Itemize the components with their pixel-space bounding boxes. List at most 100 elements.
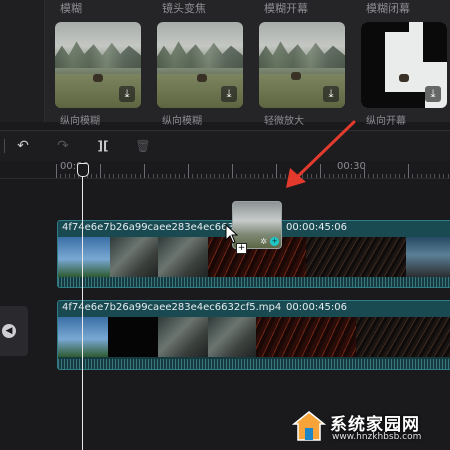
ruler-tick: [148, 174, 150, 178]
ruler-tick: [144, 164, 145, 178]
ruler-tick: [254, 174, 255, 178]
ruler-tick: [447, 174, 449, 178]
toolbar-divider: [4, 139, 5, 153]
ruler-tick: [122, 174, 123, 178]
redo-icon[interactable]: ↷: [54, 137, 72, 155]
download-icon[interactable]: ⤓: [323, 86, 339, 102]
ruler-tick: [227, 174, 229, 178]
ruler-tick: [245, 174, 247, 178]
playhead-handle[interactable]: [77, 163, 89, 177]
timeline-toolbar: ↶ ↷ ][ 🗑: [0, 130, 450, 161]
ruler-tick: [267, 174, 269, 178]
download-icon[interactable]: ⤓: [119, 86, 135, 102]
effect-thumb-4[interactable]: ⤓: [361, 22, 447, 108]
ruler-tick: [108, 174, 110, 178]
ruler-tick: [95, 174, 97, 178]
add-badge-icon: +: [270, 237, 279, 246]
ruler-tick: [161, 174, 163, 178]
effect-label-1: 模糊: [60, 2, 82, 15]
ruler-tick: [60, 174, 62, 178]
ruler-tick: [139, 174, 141, 178]
effect-thumb-1[interactable]: ⤓: [55, 22, 141, 108]
ruler-tick: [403, 174, 405, 178]
ruler-tick: [201, 174, 203, 178]
ruler-tick: [408, 164, 409, 178]
undo-icon[interactable]: ↶: [14, 137, 32, 155]
red-arrow-icon: [286, 120, 356, 188]
speaker-icon[interactable]: ◀: [2, 324, 16, 338]
ruler-tick: [377, 174, 379, 178]
ruler-tick: [372, 174, 374, 178]
ruler-tick: [214, 174, 216, 178]
ruler-tick: [240, 174, 242, 178]
ruler-tick: [179, 174, 181, 178]
ruler-tick: [412, 174, 414, 178]
download-icon[interactable]: ⤓: [425, 86, 441, 102]
video-clip-lower[interactable]: 4f74e6e7b26a99caee283e4ec6632cf5.mp4 00:…: [57, 300, 450, 370]
ruler-tick: [170, 174, 172, 178]
ruler-tick: [69, 174, 71, 178]
ruler-tick: [381, 174, 383, 178]
ruler-tick: [205, 174, 207, 178]
effect-thumb-2[interactable]: ⤓: [157, 22, 243, 108]
effect-label-4: 模糊闭幕: [366, 2, 410, 15]
star-icon: ✲: [260, 237, 267, 246]
split-icon[interactable]: ][: [94, 137, 112, 155]
delete-icon[interactable]: 🗑: [134, 137, 152, 155]
copy-plus-icon: +: [236, 243, 247, 254]
clip-duration: 00:00:45:06: [284, 302, 350, 313]
ruler-tick: [236, 174, 238, 178]
house-logo-icon: [292, 411, 326, 441]
ruler-tick: [126, 174, 128, 178]
ruler-tick: [64, 174, 66, 178]
ruler-tick: [258, 174, 260, 178]
ruler-tick: [434, 174, 436, 178]
ruler-tick: [386, 174, 387, 178]
ruler-tick: [368, 174, 370, 178]
download-icon[interactable]: ⤓: [221, 86, 237, 102]
ruler-tick: [443, 174, 445, 178]
effects-panel: 模糊 镜头变焦 模糊开幕 模糊闭幕 ⤓ ⤓ ⤓ ⤓ 纵向模糊 纵向模糊 轻微放大…: [0, 0, 450, 127]
ruler-tick: [416, 174, 418, 178]
ruler-tick: [130, 174, 132, 178]
effect-sublabel-4: 纵向开幕: [366, 116, 406, 127]
mouse-cursor-icon: [225, 224, 239, 244]
ruler-tick: [425, 174, 427, 178]
watermark-url: www.hnzkhbsb.com: [332, 432, 422, 442]
dragged-effect-thumbnail[interactable]: ✲ +: [232, 201, 282, 249]
ruler-tick: [91, 174, 93, 178]
audio-waveform: [58, 359, 450, 369]
ruler-tick: [390, 174, 392, 178]
ruler-tick: [166, 174, 167, 178]
clip-filename: 4f74e6e7b26a99caee283e4ec6632cf5.mp4: [62, 302, 282, 313]
ruler-tick: [117, 174, 119, 178]
ruler-tick: [271, 174, 273, 178]
ruler-tick: [223, 174, 225, 178]
audio-waveform: [58, 277, 450, 287]
ruler-tick: [192, 174, 194, 178]
ruler-tick: [73, 174, 75, 178]
ruler-tick: [56, 164, 57, 178]
ruler-tick: [276, 164, 277, 178]
ruler-tick: [430, 174, 431, 178]
ruler-tick: [399, 174, 401, 178]
ruler-tick: [174, 174, 176, 178]
effect-label-3: 模糊开幕: [264, 2, 308, 15]
ruler-tick: [262, 174, 264, 178]
ruler-tick: [183, 174, 185, 178]
ruler-tick: [104, 174, 106, 178]
ruler-tick: [210, 174, 211, 178]
effect-thumb-3[interactable]: ⤓: [259, 22, 345, 108]
effect-label-2: 镜头变焦: [162, 2, 206, 15]
effect-sublabel-1: 纵向模糊: [60, 116, 100, 127]
ruler-tick: [196, 174, 198, 178]
ruler-tick: [113, 174, 115, 178]
playhead-line[interactable]: [82, 170, 83, 450]
ruler-tick: [218, 174, 220, 178]
time-ruler[interactable]: 00:00 00:30: [0, 160, 450, 179]
watermark: 系统家园网 www.hnzkhbsb.com: [292, 408, 442, 446]
ruler-tick: [394, 174, 396, 178]
clip-filename: 4f74e6e7b26a99caee283e4ec663: [62, 222, 234, 233]
ruler-tick: [421, 174, 423, 178]
effect-sublabel-2: 纵向模糊: [162, 116, 202, 127]
